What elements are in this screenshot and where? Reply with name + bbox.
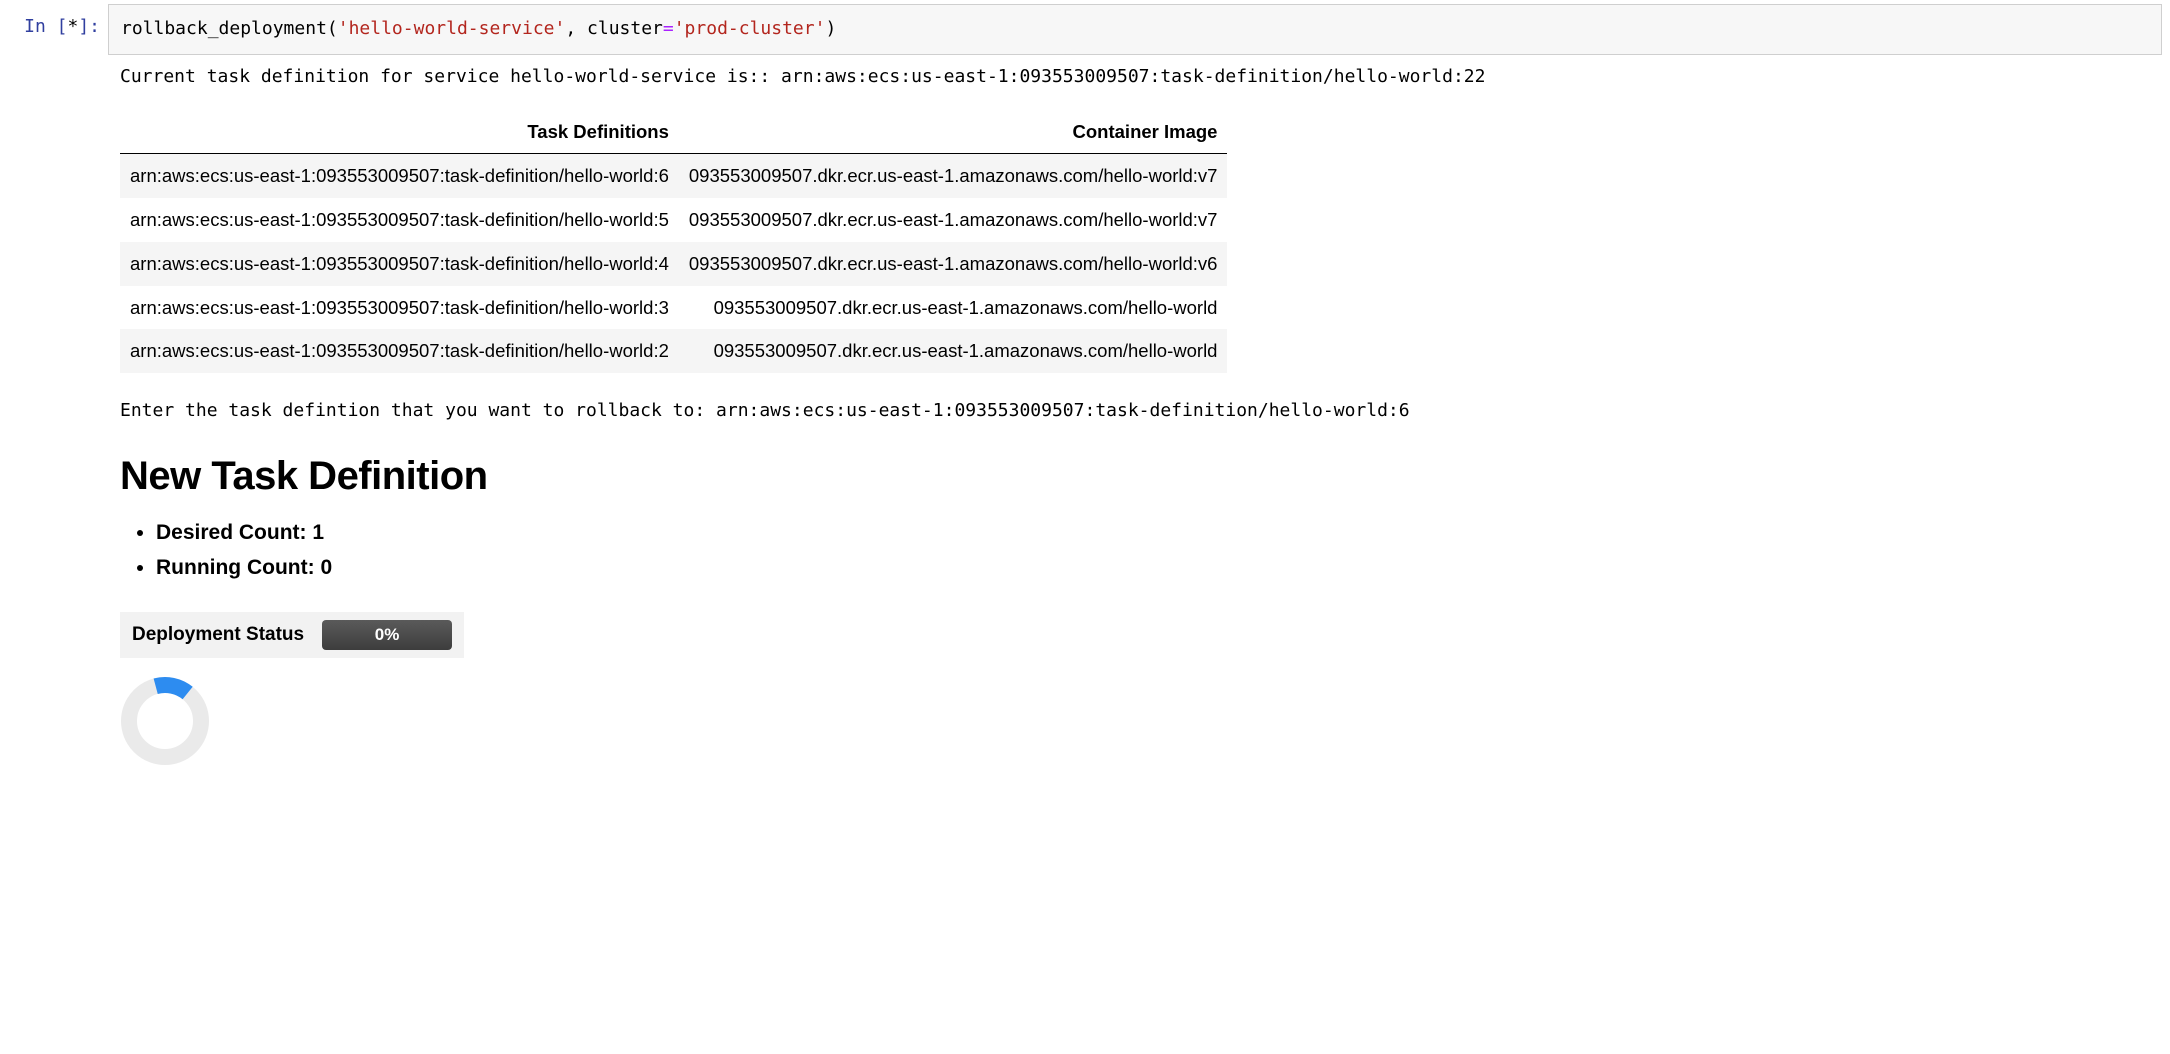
- rollback-prompt-text: Enter the task defintion that you want t…: [120, 397, 2150, 426]
- current-task-def-text: Current task definition for service hell…: [120, 63, 2150, 92]
- deployment-status-label: Deployment Status: [132, 624, 304, 646]
- cell-container-image: 093553009507.dkr.ecr.us-east-1.amazonaws…: [679, 198, 1228, 242]
- code-comma: ,: [565, 18, 587, 39]
- cell-container-image: 093553009507.dkr.ecr.us-east-1.amazonaws…: [679, 286, 1228, 330]
- code-arg1: 'hello-world-service': [338, 18, 566, 39]
- code-fn: rollback_deployment: [121, 18, 327, 39]
- task-definitions-table: Task Definitions Container Image arn:aws…: [120, 110, 1227, 374]
- cell-task-definition: arn:aws:ecs:us-east-1:093553009507:task-…: [120, 329, 679, 373]
- table-header-row: Task Definitions Container Image: [120, 110, 1227, 154]
- output-area: Current task definition for service hell…: [108, 55, 2162, 766]
- table-row: arn:aws:ecs:us-east-1:093553009507:task-…: [120, 242, 1227, 286]
- list-item: Running Count: 0: [156, 552, 2150, 584]
- cell-task-definition: arn:aws:ecs:us-east-1:093553009507:task-…: [120, 154, 679, 198]
- col-header-container-image: Container Image: [679, 110, 1228, 154]
- code-arg2: 'prod-cluster': [674, 18, 826, 39]
- list-item: Desired Count: 1: [156, 517, 2150, 549]
- cell-task-definition: arn:aws:ecs:us-east-1:093553009507:task-…: [120, 286, 679, 330]
- prompt-suffix: ]:: [78, 16, 100, 37]
- cell-task-definition: arn:aws:ecs:us-east-1:093553009507:task-…: [120, 198, 679, 242]
- prompt-prefix: In [: [24, 16, 67, 37]
- section-title-new-task-def: New Task Definition: [120, 454, 2150, 499]
- counts-list: Desired Count: 1 Running Count: 0: [120, 517, 2150, 584]
- notebook-cell: In [*]: rollback_deployment('hello-world…: [8, 4, 2162, 55]
- table-row: arn:aws:ecs:us-east-1:093553009507:task-…: [120, 198, 1227, 242]
- table-row: arn:aws:ecs:us-east-1:093553009507:task-…: [120, 154, 1227, 198]
- table-row: arn:aws:ecs:us-east-1:093553009507:task-…: [120, 286, 1227, 330]
- cell-task-definition: arn:aws:ecs:us-east-1:093553009507:task-…: [120, 242, 679, 286]
- cell-container-image: 093553009507.dkr.ecr.us-east-1.amazonaws…: [679, 154, 1228, 198]
- table-row: arn:aws:ecs:us-east-1:093553009507:task-…: [120, 329, 1227, 373]
- loading-spinner-icon: [120, 676, 210, 766]
- code-open: (: [327, 18, 338, 39]
- code-eq: =: [663, 18, 674, 39]
- cell-container-image: 093553009507.dkr.ecr.us-east-1.amazonaws…: [679, 329, 1228, 373]
- code-kw: cluster: [587, 18, 663, 39]
- prompt-exec-indicator: *: [67, 16, 78, 37]
- cell-container-image: 093553009507.dkr.ecr.us-east-1.amazonaws…: [679, 242, 1228, 286]
- code-input[interactable]: rollback_deployment('hello-world-service…: [108, 4, 2162, 55]
- progress-bar: 0%: [322, 620, 452, 650]
- col-header-task-definitions: Task Definitions: [120, 110, 679, 154]
- progress-percent: 0%: [375, 625, 400, 645]
- deployment-status-widget: Deployment Status 0%: [120, 612, 464, 658]
- code-close: ): [825, 18, 836, 39]
- input-prompt: In [*]:: [8, 4, 108, 37]
